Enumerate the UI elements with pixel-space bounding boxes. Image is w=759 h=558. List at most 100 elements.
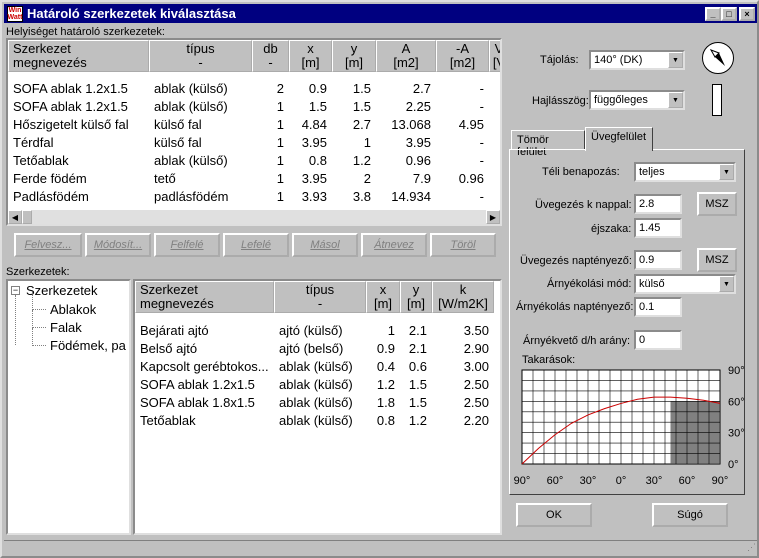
rename-button[interactable]: Átnevez [361,233,427,257]
shading-factor-input[interactable]: 0.1 [634,297,682,317]
table-cell: 1.2 [408,413,427,428]
modify-button[interactable]: Módosít... [85,233,151,257]
tree-item[interactable]: Födémek, pa [50,338,126,354]
tab-solid-surface[interactable]: Tömör felület [511,130,585,158]
table-row[interactable]: Kapcsolt gerébtokos... ablak (külső) 0.4 0.… [135,358,500,376]
insert-button[interactable]: Felvesz... [14,233,82,257]
table-cell: 1 [276,135,284,150]
winter-sun-select[interactable]: teljes ▼ [634,162,736,182]
solar-factor-input[interactable]: 0.9 [634,250,682,270]
table-cell: ablak (külső) [279,395,353,410]
table-cell: Hőszigetelt külső fal [13,117,129,132]
chart-x-tick-label: 90° [514,475,531,487]
shading-factor-label: Árnyékolás naptényező: [516,301,634,313]
structures-catalog-table[interactable]: Szerkezet megnevezés típus - x [m] y [m] k [W/m2K… [133,279,502,535]
tilt-label: Hajlásszög: [532,95,589,107]
column-header[interactable]: y [m] [332,40,376,72]
dropdown-arrow-icon[interactable]: ▼ [719,276,734,292]
column-header[interactable]: A [m2] [376,40,436,72]
column-header[interactable]: x [m] [289,40,332,72]
resize-grip-icon[interactable]: ⋰ [742,542,756,556]
table-cell: Kapcsolt gerébtokos... [140,359,269,374]
table-cell: 1 [363,135,371,150]
dropdown-arrow-icon[interactable]: ▼ [668,52,683,68]
msz-solar-button[interactable]: MSZ [697,248,737,272]
column-header-line1: Szerkezet [13,41,71,56]
tilt-indicator-icon [712,84,722,116]
table-cell: 3.95 [301,135,327,150]
table-cell: 0.9 [376,341,395,356]
table-row[interactable]: Térdfal külső fal 1 3.95 1 3.95 - [8,134,500,152]
move-down-button[interactable]: Lefelé [223,233,289,257]
boundary-structures-table[interactable]: Szerkezet megnevezés típus - db - x [m] y [m] A [m2… [6,38,502,226]
table-cell: 0.9 [308,81,327,96]
top-table-label: Helyiséget határoló szerkezetek: [6,26,165,38]
table-cell: külső fal [154,117,202,132]
glazing-night-input[interactable]: 1.45 [634,218,682,238]
delete-button[interactable]: Töröl [430,233,496,257]
close-button[interactable]: × [739,7,755,21]
scroll-left-icon[interactable]: ◀ [8,210,22,224]
tab-glass-surface[interactable]: Üvegfelület [585,127,653,151]
table-row[interactable]: SOFA ablak 1.2x1.5 ablak (külső) 1 1.5 1.5 2.… [8,98,500,116]
table-row[interactable]: Padlásfödém padlásfödém 1 3.93 3.8 14.934 - [8,188,500,206]
table-cell: 1.5 [408,377,427,392]
table-cell: ajtó (belső) [279,341,344,356]
table-row[interactable]: Bejárati ajtó ajtó (külső) 1 2.1 3.50 [135,322,500,340]
title-bar[interactable]: Win Watt Határoló szerkezetek kiválasztá… [4,4,757,23]
column-header[interactable]: y [m] [400,281,432,313]
ok-button[interactable]: OK [516,503,592,527]
msz-glazing-button[interactable]: MSZ [697,192,737,216]
move-up-button[interactable]: Felfelé [154,233,220,257]
table-row[interactable]: Belső ajtó ajtó (belső) 0.9 2.1 2.90 [135,340,500,358]
structure-tree[interactable]: − Szerkezetek Ablakok Falak Födémek, pa [6,279,131,535]
orientation-select[interactable]: 140° (DK) ▼ [589,50,685,70]
chart-y-tick-label: 0° [728,459,739,471]
table-cell: Belső ajtó [140,341,198,356]
table-cell: SOFA ablak 1.2x1.5 [140,377,255,392]
column-header-line1: db [263,41,278,56]
column-header[interactable]: db - [252,40,289,72]
tree-item[interactable]: Ablakok [50,302,96,318]
table-cell: 0.96 [405,153,431,168]
tree-root[interactable]: Szerkezetek [26,283,98,299]
column-header[interactable]: -A [m2] [436,40,489,72]
tree-collapse-icon[interactable]: − [11,286,20,295]
column-header[interactable]: Szerkezet megnevezés [135,281,274,313]
column-header[interactable]: x [m] [366,281,400,313]
table-cell: 0.8 [376,413,395,428]
top-table-hscrollbar[interactable]: ◀ ▶ [8,210,500,224]
table-cell: 4.95 [458,117,484,132]
table-cell: 1 [387,323,395,338]
table-row[interactable]: Tetőablak ablak (külső) 1 0.8 1.2 0.96 - [8,152,500,170]
glazing-day-input[interactable]: 2.8 [634,194,682,214]
column-header[interactable]: típus - [149,40,252,72]
table-cell: 7.9 [412,171,431,186]
table-cell: 2.20 [463,413,489,428]
copy-button[interactable]: Másol [292,233,358,257]
table-row[interactable]: SOFA ablak 1.8x1.5 ablak (külső) 1.8 1.5 2.5… [135,394,500,412]
dropdown-arrow-icon[interactable]: ▼ [719,164,734,180]
table-row[interactable]: Hőszigetelt külső fal külső fal 1 4.84 2.7 13… [8,116,500,134]
column-header[interactable]: V[V [489,40,500,72]
shading-mode-select[interactable]: külső ▼ [634,274,736,294]
table-row[interactable]: SOFA ablak 1.2x1.5 ablak (külső) 1.2 1.5 2.5… [135,376,500,394]
scroll-right-icon[interactable]: ▶ [486,210,500,224]
obstruction-chart[interactable]: 90° 60° 30° 0° 30° 60° 90° 90° 60° 30° 0° [510,360,750,490]
column-header[interactable]: Szerkezet megnevezés [8,40,149,72]
shadow-ratio-input[interactable]: 0 [634,330,682,350]
column-header[interactable]: k [W/m2K] [432,281,494,313]
minimize-button[interactable]: _ [705,7,721,21]
tree-item[interactable]: Falak [50,320,82,336]
table-cell: 2.50 [463,377,489,392]
scroll-thumb[interactable] [22,210,32,224]
column-header[interactable]: típus - [274,281,366,313]
table-row[interactable]: Tetőablak ablak (külső) 0.8 1.2 2.20 [135,412,500,430]
help-button[interactable]: Súgó [652,503,728,527]
dropdown-arrow-icon[interactable]: ▼ [668,92,683,108]
maximize-button[interactable]: □ [721,7,737,21]
bottom-section-label: Szerkezetek: [6,266,70,278]
table-row[interactable]: Ferde födém tető 1 3.95 2 7.9 0.96 [8,170,500,188]
table-row[interactable]: SOFA ablak 1.2x1.5 ablak (külső) 2 0.9 1.5 2.… [8,80,500,98]
tilt-select[interactable]: függőleges ▼ [589,90,685,110]
